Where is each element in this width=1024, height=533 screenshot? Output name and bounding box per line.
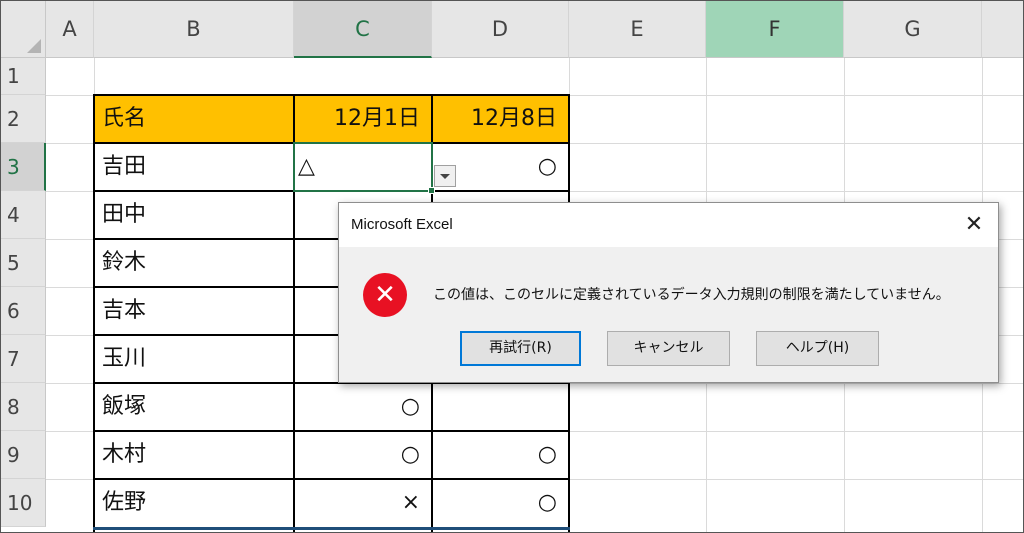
excel-window: A B C D E F G 1 2 3 4 5 6 7 8 9 10 氏名 12… xyxy=(0,0,1024,533)
cell-b4[interactable]: 田中 xyxy=(94,191,294,239)
row-header-8[interactable]: 8 xyxy=(1,383,46,431)
column-header-b[interactable]: B xyxy=(94,1,294,58)
table-border xyxy=(93,478,570,480)
cell-b7[interactable]: 玉川 xyxy=(94,335,294,383)
row-header-7[interactable]: 7 xyxy=(1,335,46,383)
dropdown-arrow-button[interactable] xyxy=(434,165,456,187)
cell-d9[interactable]: ○ xyxy=(432,431,569,479)
cell-d10[interactable]: ○ xyxy=(432,479,569,527)
row-header-10[interactable]: 10 xyxy=(1,479,46,527)
column-header-c[interactable]: C xyxy=(294,1,432,58)
column-header-g[interactable]: G xyxy=(844,1,982,58)
column-header-e[interactable]: E xyxy=(569,1,706,58)
cell-b5[interactable]: 鈴木 xyxy=(94,239,294,287)
table-border xyxy=(93,430,570,432)
cell-c8[interactable]: ○ xyxy=(294,383,432,431)
column-header-a[interactable]: A xyxy=(46,1,94,58)
cell-b9[interactable]: 木村 xyxy=(94,431,294,479)
table-border xyxy=(93,94,95,532)
row-header-5[interactable]: 5 xyxy=(1,239,46,287)
cell-c2-header[interactable]: 12月1日 xyxy=(294,95,432,143)
cancel-button[interactable]: キャンセル xyxy=(607,331,730,366)
cell-c10[interactable]: × xyxy=(294,479,432,527)
cell-b3[interactable]: 吉田 xyxy=(94,143,294,191)
close-icon[interactable]: ✕ xyxy=(960,211,988,239)
error-dialog: Microsoft Excel ✕ ✕ この値は、このセルに定義されているデータ… xyxy=(338,202,999,383)
column-header-d[interactable]: D xyxy=(432,1,569,58)
table-border xyxy=(93,94,570,96)
help-button[interactable]: ヘルプ(H) xyxy=(756,331,879,366)
dialog-title: Microsoft Excel xyxy=(351,216,453,233)
select-all-corner[interactable] xyxy=(1,1,46,58)
row-header-3[interactable]: 3 xyxy=(1,143,46,191)
row-header-1[interactable]: 1 xyxy=(1,58,46,95)
chevron-down-icon xyxy=(440,174,450,179)
fill-handle[interactable] xyxy=(428,187,435,194)
cell-b10[interactable]: 佐野 xyxy=(94,479,294,527)
table-bottom-border xyxy=(93,527,570,530)
active-cell-selection[interactable] xyxy=(293,142,433,192)
retry-button[interactable]: 再試行(R) xyxy=(460,331,581,366)
row-header-2[interactable]: 2 xyxy=(1,95,46,143)
row-header-6[interactable]: 6 xyxy=(1,287,46,335)
cell-b6[interactable]: 吉本 xyxy=(94,287,294,335)
error-icon: ✕ xyxy=(363,273,407,317)
cell-b8[interactable]: 飯塚 xyxy=(94,383,294,431)
row-header-4[interactable]: 4 xyxy=(1,191,46,239)
column-header-f[interactable]: F xyxy=(706,1,844,58)
dialog-message: この値は、このセルに定義されているデータ入力規則の制限を満たしていません。 xyxy=(433,287,950,303)
cell-b2-header[interactable]: 氏名 xyxy=(94,95,294,143)
column-header-h-partial[interactable] xyxy=(982,1,1023,58)
row-header-9[interactable]: 9 xyxy=(1,431,46,479)
cell-d2-header[interactable]: 12月8日 xyxy=(432,95,569,143)
cell-c9[interactable]: ○ xyxy=(294,431,432,479)
